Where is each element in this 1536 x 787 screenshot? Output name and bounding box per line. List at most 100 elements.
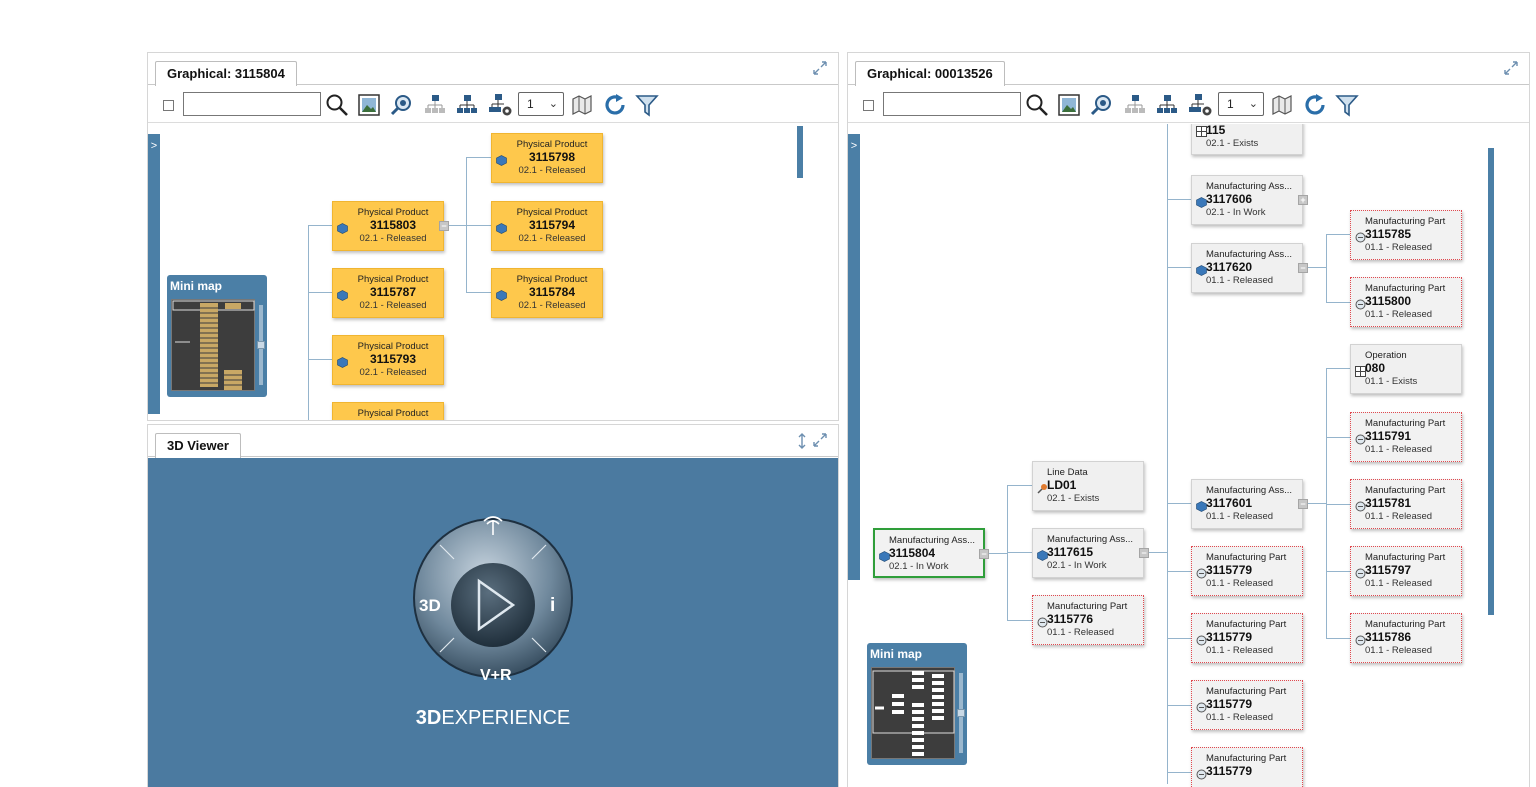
node-physical-product[interactable]: Physical Product 3115784 02.1 - Released xyxy=(491,268,603,318)
mini-map[interactable]: Mini map xyxy=(167,275,267,397)
node-manufacturing-assembly[interactable]: Manufacturing Ass... 3117606 02.1 - In W… xyxy=(1191,175,1308,225)
node-manufacturing-part[interactable]: Manufacturing Part 3115786 01.1 - Releas… xyxy=(1350,613,1462,663)
node-revision: 01.1 - Released xyxy=(1206,578,1274,589)
node-manufacturing-assembly[interactable]: Manufacturing Ass... 3117615 02.1 - In W… xyxy=(1032,528,1149,578)
search-icon[interactable] xyxy=(324,92,350,118)
filter-icon[interactable] xyxy=(634,92,660,118)
mini-map[interactable]: Mini map xyxy=(867,643,967,765)
node-manufacturing-part[interactable]: Manufacturing Part 3115797 01.1 - Releas… xyxy=(1350,546,1462,596)
image-icon[interactable] xyxy=(1056,92,1082,118)
search-input[interactable] xyxy=(883,92,1021,116)
node-id: 3115797 xyxy=(1365,563,1412,577)
tree-settings-icon[interactable] xyxy=(1188,92,1214,118)
node-physical-product[interactable]: Physical Product xyxy=(332,402,444,420)
brand-wordmark: 3DEXPERIENCE xyxy=(416,707,571,729)
node-manufacturing-part[interactable]: Manufacturing Part 3115779 01.1 - Releas… xyxy=(1191,680,1303,730)
collapse-icon[interactable]: − xyxy=(439,221,449,231)
node-physical-product[interactable]: Physical Product 3115798 02.1 - Released xyxy=(491,133,603,183)
node-manufacturing-part[interactable]: Manufacturing Part 3115800 01.1 - Releas… xyxy=(1350,277,1462,327)
node-revision: 02.1 - Released xyxy=(518,233,586,244)
node-manufacturing-part[interactable]: Manufacturing Part 3115791 01.1 - Releas… xyxy=(1350,412,1462,462)
node-id: 3117620 xyxy=(1206,260,1253,274)
select-all-checkbox[interactable] xyxy=(863,100,874,111)
side-panel-toggle[interactable]: > xyxy=(148,134,160,414)
right-graph-canvas[interactable]: > 115 02.1 - Exists Manufacturing Ass...… xyxy=(848,124,1529,787)
node-id: 3117606 xyxy=(1206,192,1253,206)
node-operation[interactable]: 115 02.1 - Exists xyxy=(1191,124,1303,155)
node-manufacturing-part[interactable]: Manufacturing Part 3115779 01.1 - Releas… xyxy=(1191,613,1303,663)
node-line-data[interactable]: Line Data LD01 02.1 - Exists xyxy=(1032,461,1144,511)
tree-expand-icon[interactable] xyxy=(454,92,480,118)
3d-viewer-area[interactable]: 3D i V+R 3DEXPERIENCE xyxy=(148,458,838,787)
connector xyxy=(1007,620,1032,621)
collapse-icon[interactable]: − xyxy=(1298,263,1308,273)
compass-logo[interactable]: 3D i V+R 3DEXPERIENCE xyxy=(148,458,839,787)
select-all-checkbox[interactable] xyxy=(163,100,174,111)
expand-icon[interactable] xyxy=(812,433,828,449)
right-graphical-panel: Graphical: 00013526 1 ⌄ > 115 02.1 - Exi… xyxy=(847,52,1530,787)
tab-3d-viewer[interactable]: 3D Viewer xyxy=(155,433,241,458)
mini-map-zoom-handle[interactable] xyxy=(957,709,965,717)
node-physical-product[interactable]: Physical Product 3115787 02.1 - Released xyxy=(332,268,444,318)
node-operation[interactable]: Operation 080 01.1 - Exists xyxy=(1350,344,1462,394)
chevron-down-icon: ⌄ xyxy=(1248,98,1258,110)
node-root-manufacturing-assembly[interactable]: Manufacturing Ass... 3115804 02.1 - In W… xyxy=(873,528,989,578)
node-physical-product[interactable]: Physical Product 3115803 02.1 - Released… xyxy=(332,201,449,251)
open-3d-icon[interactable] xyxy=(1269,92,1295,118)
node-id: 3115800 xyxy=(1365,294,1412,308)
zoom-icon[interactable] xyxy=(389,92,415,118)
tree-expand-icon[interactable] xyxy=(1154,92,1180,118)
connector xyxy=(1167,503,1191,504)
node-manufacturing-part[interactable]: Manufacturing Part 3115779 xyxy=(1191,747,1303,787)
node-manufacturing-part[interactable]: Manufacturing Part 3115779 01.1 - Releas… xyxy=(1191,546,1303,596)
product-icon xyxy=(337,357,348,368)
node-id: 3115786 xyxy=(1365,630,1412,644)
node-manufacturing-assembly[interactable]: Manufacturing Ass... 3117601 01.1 - Rele… xyxy=(1191,479,1308,529)
vertical-scrollbar[interactable] xyxy=(797,126,803,178)
compass-bottom-label: V+R xyxy=(480,667,512,684)
tab-graphical-right[interactable]: Graphical: 00013526 xyxy=(855,61,1005,86)
refresh-icon[interactable] xyxy=(602,92,628,118)
node-manufacturing-part[interactable]: Manufacturing Part 3115781 01.1 - Releas… xyxy=(1350,479,1462,529)
node-manufacturing-part[interactable]: Manufacturing Part 3115785 01.1 - Releas… xyxy=(1350,210,1462,260)
tree-collapse-icon[interactable] xyxy=(1122,92,1148,118)
level-select[interactable]: 1 ⌄ xyxy=(1218,92,1264,116)
node-physical-product[interactable]: Physical Product 3115794 02.1 - Released xyxy=(491,201,603,251)
connector xyxy=(466,292,491,293)
collapse-icon[interactable]: − xyxy=(1298,499,1308,509)
expand-icon[interactable] xyxy=(1503,61,1519,77)
node-revision: 01.1 - Released xyxy=(1047,627,1115,638)
node-manufacturing-assembly[interactable]: Manufacturing Ass... 3117620 01.1 - Rele… xyxy=(1191,243,1308,293)
part-icon xyxy=(1037,617,1048,628)
collapse-icon[interactable]: − xyxy=(979,549,989,559)
expand-node-icon[interactable]: + xyxy=(1298,195,1308,205)
resize-vertical-icon[interactable] xyxy=(794,433,810,449)
node-id: 3115781 xyxy=(1365,496,1412,510)
side-panel-toggle[interactable]: > xyxy=(848,134,860,580)
image-icon[interactable] xyxy=(356,92,382,118)
node-physical-product[interactable]: Physical Product 3115793 02.1 - Released xyxy=(332,335,444,385)
zoom-icon[interactable] xyxy=(1089,92,1115,118)
filter-icon[interactable] xyxy=(1334,92,1360,118)
tab-graphical-left[interactable]: Graphical: 3115804 xyxy=(155,61,297,86)
mini-map-zoom-handle[interactable] xyxy=(257,341,265,349)
left-graph-canvas[interactable]: > Physical Product 3115798 02.1 - Releas… xyxy=(148,124,838,420)
open-3d-icon[interactable] xyxy=(569,92,595,118)
search-icon[interactable] xyxy=(1024,92,1050,118)
level-select[interactable]: 1 ⌄ xyxy=(518,92,564,116)
part-icon xyxy=(1196,769,1207,780)
expand-icon[interactable] xyxy=(812,61,828,77)
mini-map-viewport[interactable] xyxy=(871,667,955,759)
connector xyxy=(1326,571,1350,572)
refresh-icon[interactable] xyxy=(1302,92,1328,118)
tree-collapse-icon[interactable] xyxy=(422,92,448,118)
connector xyxy=(1326,638,1350,639)
search-input[interactable] xyxy=(183,92,321,116)
vertical-scrollbar[interactable] xyxy=(1488,148,1494,615)
node-manufacturing-part[interactable]: Manufacturing Part 3115776 01.1 - Releas… xyxy=(1032,595,1144,645)
node-id: LD01 xyxy=(1047,478,1077,492)
node-id: 3115787 xyxy=(369,285,417,299)
collapse-icon[interactable]: − xyxy=(1139,548,1149,558)
mini-map-viewport[interactable] xyxy=(171,299,255,391)
tree-settings-icon[interactable] xyxy=(488,92,514,118)
